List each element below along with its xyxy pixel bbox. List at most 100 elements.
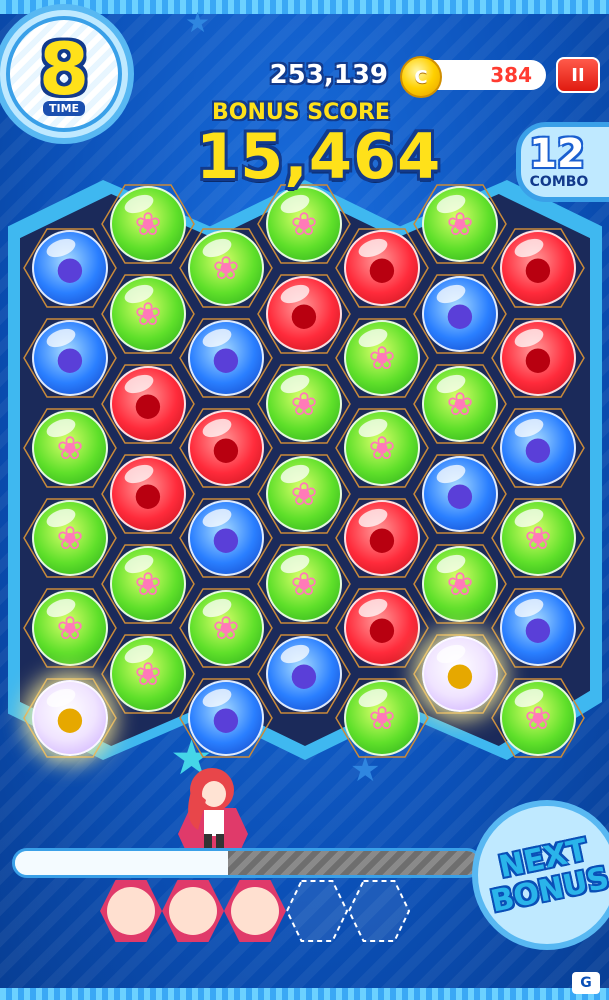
red-bubble[interactable]: ● <box>500 320 576 396</box>
green-bubble[interactable]: ❀ <box>110 636 186 712</box>
bomb-bubble[interactable]: ● <box>32 680 108 756</box>
red-bubble[interactable]: ● <box>344 230 420 306</box>
character-face-icon <box>169 887 217 935</box>
grape-icon: ● <box>212 519 240 557</box>
red-bubble[interactable]: ● <box>110 456 186 532</box>
red-bubble[interactable]: ● <box>266 276 342 352</box>
green-bubble[interactable]: ❀ <box>422 366 498 442</box>
flower-icon: ❀ <box>56 609 84 647</box>
combo-label: COMBO <box>529 174 589 190</box>
flower-icon: ❀ <box>368 339 396 377</box>
flower-icon: ❀ <box>212 249 240 287</box>
tomato-icon: ● <box>368 519 396 557</box>
timer: 8 TIME <box>0 4 134 144</box>
character-face-icon <box>231 887 279 935</box>
green-bubble[interactable]: ❀ <box>188 590 264 666</box>
red-bubble[interactable]: ● <box>344 500 420 576</box>
red-bubble[interactable]: ● <box>188 410 264 486</box>
green-bubble[interactable]: ❀ <box>422 186 498 262</box>
flower-icon: ❀ <box>446 205 474 243</box>
progress-fill <box>15 851 229 875</box>
blue-bubble[interactable]: ● <box>188 320 264 396</box>
grape-icon: ● <box>56 339 84 377</box>
bonus-score-value: 15,464 <box>196 120 442 193</box>
combo-value: 12 <box>529 131 585 177</box>
green-bubble[interactable]: ❀ <box>422 546 498 622</box>
flower-icon: ❀ <box>290 565 318 603</box>
green-bubble[interactable]: ❀ <box>266 546 342 622</box>
next-bonus-progress <box>12 848 482 878</box>
combo-counter: 12 COMBO <box>516 122 609 202</box>
timer-label: TIME <box>42 100 86 116</box>
bomb-icon: ● <box>56 699 84 737</box>
flower-icon: ❀ <box>290 385 318 423</box>
flower-icon: ❀ <box>524 699 552 737</box>
grape-icon: ● <box>56 249 84 287</box>
total-score: 253,139 <box>269 60 388 90</box>
green-bubble[interactable]: ❀ <box>500 680 576 756</box>
next-bonus-badge: NEXT BONUS <box>472 800 609 950</box>
tomato-icon: ● <box>290 295 318 333</box>
blue-bubble[interactable]: ● <box>422 276 498 352</box>
green-bubble[interactable]: ❀ <box>266 456 342 532</box>
flower-icon: ❀ <box>134 295 162 333</box>
coin-count: 384 <box>490 63 532 87</box>
blue-bubble[interactable]: ● <box>188 500 264 576</box>
green-bubble[interactable]: ❀ <box>500 500 576 576</box>
red-bubble[interactable]: ● <box>344 590 420 666</box>
flower-icon: ❀ <box>446 385 474 423</box>
tomato-icon: ● <box>134 385 162 423</box>
green-bubble[interactable]: ❀ <box>344 410 420 486</box>
grape-icon: ● <box>212 699 240 737</box>
flower-icon: ❀ <box>56 519 84 557</box>
green-bubble[interactable]: ❀ <box>32 410 108 486</box>
blue-bubble[interactable]: ● <box>188 680 264 756</box>
green-bubble[interactable]: ❀ <box>188 230 264 306</box>
blue-bubble[interactable]: ● <box>500 590 576 666</box>
blue-bubble[interactable]: ● <box>32 320 108 396</box>
flower-icon: ❀ <box>368 699 396 737</box>
green-bubble[interactable]: ❀ <box>110 276 186 352</box>
coin-icon: C <box>400 56 442 98</box>
grape-icon: ● <box>524 609 552 647</box>
red-bubble[interactable]: ● <box>500 230 576 306</box>
pause-button[interactable]: II <box>556 57 600 93</box>
green-bubble[interactable]: ❀ <box>110 546 186 622</box>
flower-icon: ❀ <box>134 655 162 693</box>
green-bubble[interactable]: ❀ <box>32 500 108 576</box>
green-bubble[interactable]: ❀ <box>344 680 420 756</box>
green-bubble[interactable]: ❀ <box>266 366 342 442</box>
green-bubble[interactable]: ❀ <box>344 320 420 396</box>
green-bubble[interactable]: ❀ <box>32 590 108 666</box>
grape-icon: ● <box>446 295 474 333</box>
slot-outline <box>348 880 410 942</box>
blue-bubble[interactable]: ● <box>266 636 342 712</box>
flower-icon: ❀ <box>524 519 552 557</box>
bomb-bubble[interactable]: ● <box>422 636 498 712</box>
tomato-icon: ● <box>368 249 396 287</box>
grape-icon: ● <box>212 339 240 377</box>
blue-bubble[interactable]: ● <box>422 456 498 532</box>
blue-bubble[interactable]: ● <box>500 410 576 486</box>
coin-display: C 384 <box>400 56 546 98</box>
flower-icon: ❀ <box>212 609 240 647</box>
star-icon: ★ <box>350 750 381 790</box>
tomato-icon: ● <box>524 249 552 287</box>
blue-bubble[interactable]: ● <box>32 230 108 306</box>
green-bubble[interactable]: ❀ <box>266 186 342 262</box>
red-bubble[interactable]: ● <box>110 366 186 442</box>
tomato-icon: ● <box>524 339 552 377</box>
runner-character <box>178 768 248 860</box>
slot-outline <box>286 880 348 942</box>
grape-icon: ● <box>290 655 318 693</box>
flower-icon: ❀ <box>446 565 474 603</box>
flower-icon: ❀ <box>56 429 84 467</box>
green-bubble[interactable]: ❀ <box>110 186 186 262</box>
flower-icon: ❀ <box>134 565 162 603</box>
tomato-icon: ● <box>212 429 240 467</box>
bottom-border <box>0 988 609 1000</box>
tomato-icon: ● <box>368 609 396 647</box>
flower-icon: ❀ <box>134 205 162 243</box>
progress-remaining <box>228 851 479 875</box>
tomato-icon: ● <box>134 475 162 513</box>
